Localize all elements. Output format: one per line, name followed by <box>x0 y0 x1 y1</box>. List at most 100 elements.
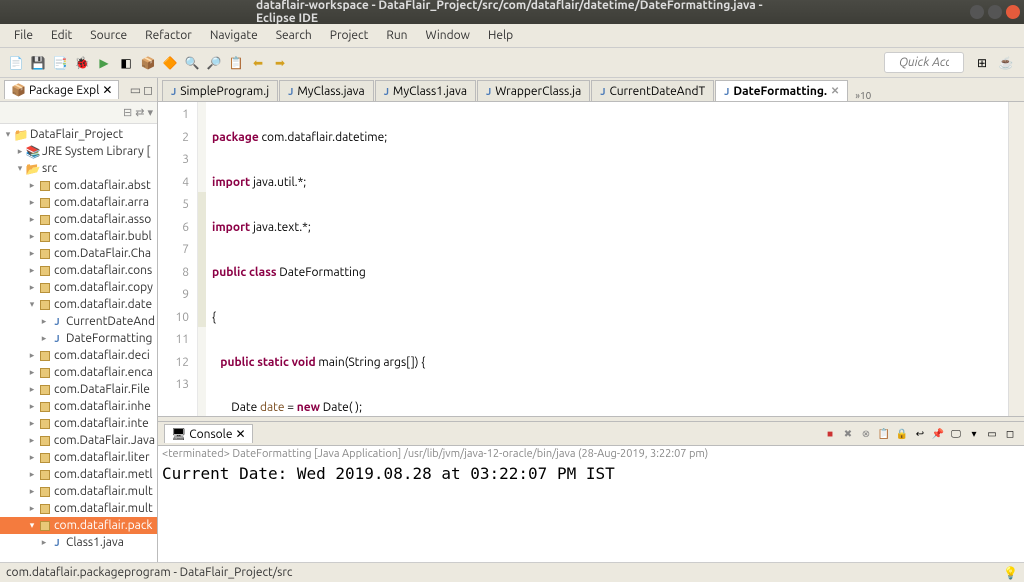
console-output[interactable]: Current Date: Wed 2019.08.28 at 03:22:07… <box>158 462 1024 562</box>
editor-tab[interactable]: MyClass.java <box>279 80 374 101</box>
console-title: Console <box>189 428 232 441</box>
tree-package[interactable]: ▸com.dataflair.cons <box>0 262 157 279</box>
package-explorer: 📦 Package Expl ✕ ▭ ◻ ⊟ ⇄ ▾ ▾📁DataFlair_P… <box>0 78 158 562</box>
tree-file[interactable]: ▸DateFormatting <box>0 330 157 347</box>
word-wrap-icon[interactable]: ↩ <box>912 426 928 442</box>
editor-tab[interactable]: WrapperClass.ja <box>477 80 590 101</box>
minimize-view-icon[interactable]: ▭ <box>130 83 141 97</box>
editor-tab[interactable]: CurrentDateAndT <box>591 80 714 101</box>
maximize-view-icon[interactable]: ◻ <box>143 83 153 97</box>
open-console-icon[interactable]: ▾ <box>966 426 982 442</box>
tree-package[interactable]: ▾com.dataflair.date <box>0 296 157 313</box>
scroll-lock-icon[interactable]: 🔒 <box>894 426 910 442</box>
menu-edit[interactable]: Edit <box>43 26 80 45</box>
java-perspective-icon[interactable]: ☕ <box>996 53 1016 73</box>
console-icon: 🖥 <box>171 427 186 441</box>
overview-ruler[interactable] <box>1008 102 1024 416</box>
link-editor-icon[interactable]: ⇄ <box>135 106 144 119</box>
quick-access-input[interactable] <box>884 52 964 73</box>
view-menu-icon[interactable]: ▾ <box>147 106 153 119</box>
console-tab[interactable]: 🖥 Console ✕ <box>164 424 253 443</box>
tree-package[interactable]: ▸com.DataFlair.File <box>0 381 157 398</box>
minimize-button[interactable] <box>970 5 984 19</box>
tree-package[interactable]: ▸com.dataflair.copy <box>0 279 157 296</box>
console-launch-info: <terminated> DateFormatting [Java Applic… <box>158 446 1024 462</box>
terminate-icon[interactable]: ■ <box>822 426 838 442</box>
pin-icon[interactable]: 📌 <box>930 426 946 442</box>
close-icon[interactable]: ✕ <box>235 427 245 441</box>
open-perspective-icon[interactable]: ⊞ <box>972 53 992 73</box>
minimize-console-icon[interactable]: ▭ <box>984 426 1000 442</box>
back-icon[interactable]: ⬅ <box>248 53 268 73</box>
menu-help[interactable]: Help <box>480 26 521 45</box>
menu-navigate[interactable]: Navigate <box>202 26 266 45</box>
tip-icon[interactable]: 💡 <box>1003 566 1018 580</box>
tree-package[interactable]: ▸com.dataflair.arra <box>0 194 157 211</box>
remove-launch-icon[interactable]: ✖ <box>840 426 856 442</box>
tree-package[interactable]: ▸com.dataflair.asso <box>0 211 157 228</box>
tree-package[interactable]: ▸com.dataflair.abst <box>0 177 157 194</box>
menu-window[interactable]: Window <box>418 26 478 45</box>
menu-refactor[interactable]: Refactor <box>137 26 200 45</box>
package-explorer-title: Package Expl <box>29 84 99 97</box>
maximize-console-icon[interactable]: ◻ <box>1002 426 1018 442</box>
tree-package[interactable]: ▸com.DataFlair.Java <box>0 432 157 449</box>
save-icon[interactable]: 💾 <box>28 53 48 73</box>
menu-file[interactable]: File <box>6 26 41 45</box>
menu-project[interactable]: Project <box>322 26 377 45</box>
package-explorer-tab[interactable]: 📦 Package Expl ✕ <box>4 80 119 99</box>
collapse-all-icon[interactable]: ⊟ <box>123 106 132 119</box>
close-icon[interactable]: ✕ <box>102 83 112 97</box>
tree-package[interactable]: ▸com.dataflair.inte <box>0 415 157 432</box>
new-class-icon[interactable]: 🔶 <box>160 53 180 73</box>
editor-tab[interactable]: SimpleProgram.j <box>162 80 278 101</box>
tree-package-selected[interactable]: ▾com.dataflair.pack <box>0 517 157 534</box>
close-tab-icon[interactable]: ✕ <box>831 85 839 97</box>
maximize-button[interactable] <box>988 5 1002 19</box>
code-content[interactable]: package com.dataflair.datetime; import j… <box>206 102 1008 416</box>
tree-package[interactable]: ▸com.DataFlair.Cha <box>0 245 157 262</box>
editor-tab[interactable]: MyClass1.java <box>375 80 476 101</box>
new-pkg-icon[interactable]: 📦 <box>138 53 158 73</box>
debug-icon[interactable]: 🐞 <box>72 53 92 73</box>
project-tree[interactable]: ▾📁DataFlair_Project ▸📚JRE System Library… <box>0 124 157 562</box>
menu-search[interactable]: Search <box>268 26 320 45</box>
display-icon[interactable]: 🖵 <box>948 426 964 442</box>
menu-source[interactable]: Source <box>82 26 135 45</box>
forward-icon[interactable]: ➡ <box>270 53 290 73</box>
tree-project[interactable]: ▾📁DataFlair_Project <box>0 126 157 143</box>
tree-package[interactable]: ▸com.dataflair.liter <box>0 449 157 466</box>
editor-tab-active[interactable]: DateFormatting.✕ <box>715 80 848 101</box>
main-area: 📦 Package Expl ✕ ▭ ◻ ⊟ ⇄ ▾ ▾📁DataFlair_P… <box>0 78 1024 562</box>
editor-tab-bar: SimpleProgram.j MyClass.java MyClass1.ja… <box>158 78 1024 102</box>
tree-package[interactable]: ▸com.dataflair.enca <box>0 364 157 381</box>
open-type-icon[interactable]: 🔍 <box>182 53 202 73</box>
save-all-icon[interactable]: 📑 <box>50 53 70 73</box>
tree-package[interactable]: ▸com.dataflair.mult <box>0 500 157 517</box>
menu-run[interactable]: Run <box>378 26 415 45</box>
tree-src[interactable]: ▾📂src <box>0 160 157 177</box>
editor-area: SimpleProgram.j MyClass.java MyClass1.ja… <box>158 78 1024 562</box>
tree-package[interactable]: ▸com.dataflair.deci <box>0 347 157 364</box>
tree-file[interactable]: ▸CurrentDateAnd <box>0 313 157 330</box>
tree-file[interactable]: ▸Class1.java <box>0 534 157 551</box>
close-button[interactable] <box>1006 5 1020 19</box>
new-icon[interactable]: 📄 <box>6 53 26 73</box>
sidebar-tab-bar: 📦 Package Expl ✕ ▭ ◻ <box>0 78 157 102</box>
folding-ruler[interactable] <box>198 102 206 416</box>
window-controls <box>970 5 1020 19</box>
tree-package[interactable]: ▸com.dataflair.metl <box>0 466 157 483</box>
code-editor[interactable]: 12345678910111213 package com.dataflair.… <box>158 102 1024 416</box>
toggle-icon[interactable]: 📋 <box>226 53 246 73</box>
remove-all-icon[interactable]: ⊗ <box>858 426 874 442</box>
tabs-more[interactable]: »10 <box>855 90 871 101</box>
tree-package[interactable]: ▸com.dataflair.mult <box>0 483 157 500</box>
run-icon[interactable]: ▶ <box>94 53 114 73</box>
coverage-icon[interactable]: ◧ <box>116 53 136 73</box>
tree-package[interactable]: ▸com.dataflair.bubl <box>0 228 157 245</box>
status-bar: com.dataflair.packageprogram - DataFlair… <box>0 562 1024 582</box>
tree-jre[interactable]: ▸📚JRE System Library [ <box>0 143 157 160</box>
search-icon[interactable]: 🔎 <box>204 53 224 73</box>
tree-package[interactable]: ▸com.dataflair.inhe <box>0 398 157 415</box>
clear-icon[interactable]: 📋 <box>876 426 892 442</box>
